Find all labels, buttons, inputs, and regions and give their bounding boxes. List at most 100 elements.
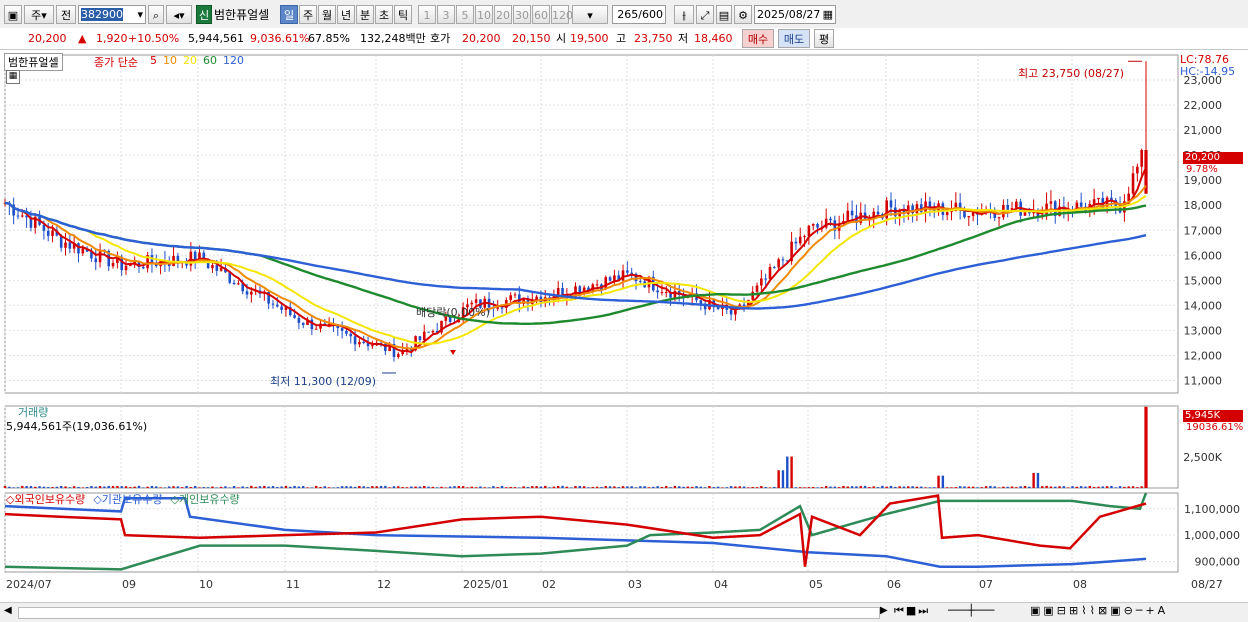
candle-body	[245, 291, 249, 295]
volume-bar	[116, 485, 119, 488]
dividend-note: 배당락(0.00%)	[416, 306, 490, 319]
volume-bar	[474, 487, 478, 488]
volume-bar	[263, 485, 266, 488]
volume-bar	[68, 487, 72, 488]
chart-area[interactable]: 11,000 12,000 13,000 14,000 15,000 16,000 17,0…	[0, 50, 1248, 602]
volume-bar	[107, 485, 110, 488]
volume-bar	[77, 486, 80, 488]
volume-bar	[237, 487, 240, 488]
tool-icons[interactable]: ▣▣⊟⊞⌇⌇⊠▣⊖─+A	[1030, 604, 1168, 617]
volume-bar	[876, 487, 880, 488]
interval-button-30[interactable]: 30	[513, 5, 531, 24]
volume-bar	[198, 487, 201, 488]
volume-bar	[824, 486, 828, 488]
volume-bar	[915, 486, 919, 488]
volume-bar	[587, 487, 590, 488]
view-select[interactable]: 주▾	[24, 5, 54, 24]
volume-bar	[738, 486, 741, 488]
volume-bar	[319, 487, 322, 488]
table-icon[interactable]: ▦	[6, 70, 20, 84]
volume-bar	[457, 485, 461, 488]
candle-body	[1006, 204, 1009, 210]
buy-button[interactable]: 매수	[742, 29, 774, 48]
volume-bar	[1110, 485, 1113, 488]
x-tick-label: 2025/01	[463, 578, 509, 591]
low-price: 18,460	[694, 32, 733, 45]
high-label: 고	[616, 32, 627, 45]
scroll-left-icon[interactable]: ◀	[4, 605, 12, 616]
volume-bar	[902, 486, 906, 488]
volume-bar	[245, 487, 249, 488]
volume-bar	[349, 486, 352, 488]
period-button-4[interactable]: 분	[356, 5, 374, 24]
volume-bar	[353, 486, 357, 488]
volume-bar	[548, 487, 551, 488]
holdings-tick-label: 1,100,000	[1184, 503, 1240, 516]
interval-button-5[interactable]: 5	[456, 5, 474, 24]
interval-button-3[interactable]: 3	[437, 5, 455, 24]
volume-bar	[470, 486, 473, 488]
playback-controls[interactable]: ⏮■⏭	[894, 604, 930, 618]
candle-body	[349, 333, 353, 337]
speaker-icon[interactable]: ◂▾	[166, 5, 192, 24]
interval-button-120[interactable]: 120	[551, 5, 573, 24]
candle-body	[967, 216, 971, 218]
price-change-pct: +10.50%	[128, 32, 180, 45]
volume-bar	[388, 487, 391, 488]
holdings-legend-item: ◇개인보유수량	[170, 493, 240, 506]
interval-select[interactable]: ▾	[572, 5, 608, 24]
scroll-right-icon[interactable]: ▶	[880, 605, 888, 616]
code-input[interactable]: 382900 ▾	[78, 5, 146, 24]
price-tick-label: 13,000	[1184, 324, 1223, 337]
volume-bar	[768, 487, 772, 488]
candle-body	[396, 354, 400, 357]
zoom-slider[interactable]: ───┼───	[948, 604, 994, 617]
interval-button-60[interactable]: 60	[532, 5, 550, 24]
interval-button-20[interactable]: 20	[494, 5, 512, 24]
volume-bar	[695, 486, 698, 488]
period-button-6[interactable]: 틱	[394, 5, 412, 24]
last-change-tag: 9.78%	[1186, 164, 1218, 175]
x-tick-label: 12	[377, 578, 391, 591]
sell-button[interactable]: 매도	[778, 29, 810, 48]
chart-scroll-bar[interactable]: ◀ ▶ ⏮■⏭ ───┼─── ▣▣⊟⊞⌇⌇⊠▣⊖─+A	[0, 602, 1248, 622]
volume-bar	[950, 487, 953, 488]
period-button-3[interactable]: 년	[337, 5, 355, 24]
volume-panel	[4, 405, 1179, 489]
interval-button-1[interactable]: 1	[418, 5, 436, 24]
volume-bar	[505, 487, 508, 488]
volume-bar	[8, 486, 11, 488]
period-button-1[interactable]: 주	[299, 5, 317, 24]
search-icon[interactable]: ⌕	[148, 5, 164, 24]
volume-bar	[1006, 486, 1009, 488]
stock-chart[interactable]: 11,000 12,000 13,000 14,000 15,000 16,000 17,0…	[0, 50, 1248, 602]
volume-bar	[634, 487, 638, 488]
period-button-2[interactable]: 월	[318, 5, 336, 24]
period-button-0[interactable]: 일	[280, 5, 298, 24]
candle-type-icon[interactable]: ⫲	[674, 5, 694, 24]
interval-button-10[interactable]: 10	[475, 5, 493, 24]
volume-bar	[1019, 486, 1022, 488]
volume-bar	[755, 487, 759, 488]
eval-button[interactable]: 평	[814, 29, 834, 48]
candle-body	[664, 292, 668, 294]
volume-bar	[284, 485, 288, 488]
x-tick-label: 06	[887, 578, 901, 591]
count-field[interactable]: 265/600	[612, 5, 666, 24]
price-tick-label: 22,000	[1184, 99, 1223, 112]
volume-bar	[228, 487, 231, 488]
window-icon[interactable]: ▣	[4, 5, 22, 24]
candle-body	[77, 243, 80, 254]
scroll-track[interactable]	[18, 607, 880, 619]
prev-button[interactable]: 전	[56, 5, 76, 24]
volume-bar	[790, 456, 793, 488]
draw-tool-icon[interactable]: ⤢	[696, 5, 714, 24]
gear-icon[interactable]: ⚙	[734, 5, 752, 24]
period-button-5[interactable]: 초	[375, 5, 393, 24]
candle-body	[314, 328, 318, 330]
volume-bar	[327, 487, 331, 488]
stock-name-tag: 범한퓨얼셀	[4, 53, 63, 71]
volume-bar	[522, 486, 525, 488]
save-icon[interactable]: ▤	[716, 5, 732, 24]
date-field[interactable]: 2025/08/27 ▦	[754, 5, 836, 24]
